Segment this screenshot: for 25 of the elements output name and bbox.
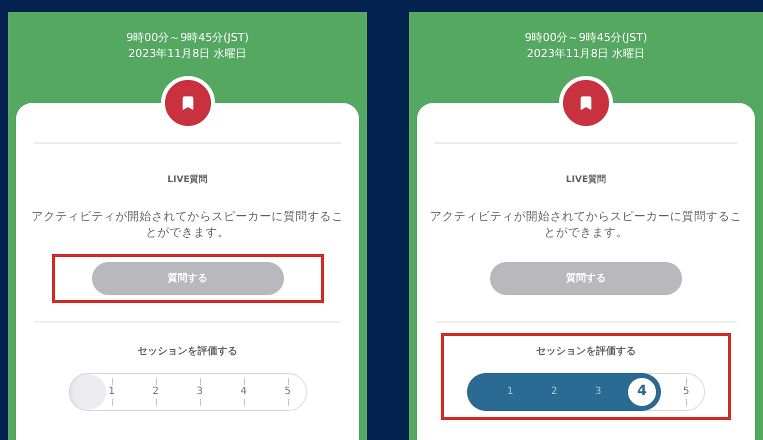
rating-slider[interactable]: 1 2 3 4 5: [68, 372, 306, 410]
session-date: 2023年11月8日 水曜日: [526, 46, 646, 62]
session-time: 9時00分～9時45分(JST): [524, 30, 648, 46]
selected-number: 4: [637, 382, 647, 401]
scale-number: 4: [240, 384, 247, 398]
scale-number: 5: [284, 384, 291, 398]
session-date: 2023年11月8日 水曜日: [128, 46, 247, 62]
scale-number: 3: [595, 384, 602, 398]
bookmark-icon: [180, 95, 196, 111]
description-text: アクティビティが開始されてからスピーカーに質問することができます。: [30, 208, 344, 240]
rating-title: セッションを評価する: [138, 344, 238, 358]
rating-slider[interactable]: 1 2 3 4 5: [467, 372, 705, 410]
scale-number: 3: [196, 384, 203, 398]
section-title: LIVE質問: [167, 174, 208, 187]
scale-number: 2: [152, 384, 159, 398]
scale-number: 1: [108, 384, 115, 398]
description-text: アクティビティが開始されてからスピーカーに質問することができます。: [429, 208, 743, 240]
bookmark-icon: [578, 95, 594, 111]
scale-number: 2: [551, 384, 558, 398]
slider-thumb[interactable]: [72, 374, 106, 408]
session-time: 9時00分～9時45分(JST): [126, 30, 249, 46]
rating-title: セッションを評価する: [536, 344, 636, 358]
scale-number: 5: [683, 384, 690, 398]
scale-number: 1: [507, 384, 514, 398]
section-title: LIVE質問: [566, 174, 606, 187]
